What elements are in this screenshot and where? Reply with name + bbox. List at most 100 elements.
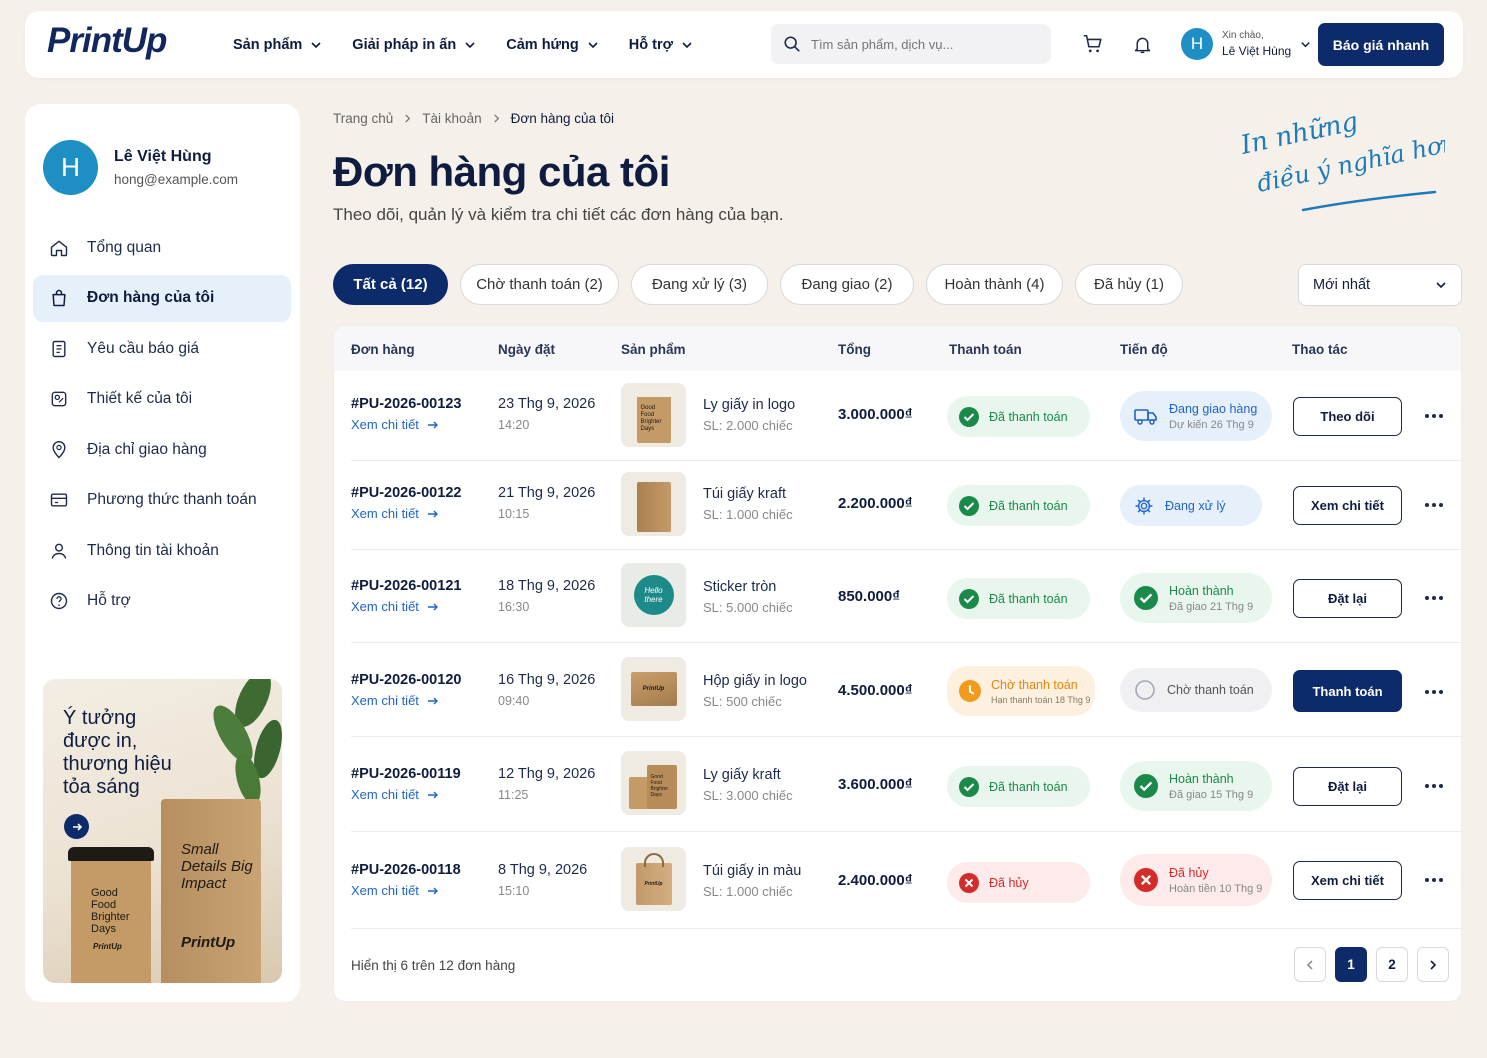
page-1-button[interactable]: 1: [1335, 947, 1367, 982]
pay-now-button[interactable]: Thanh toán: [1293, 670, 1402, 712]
payment-status-badge: Chờ thanh toán Hạn thanh toán 18 Thg 9: [947, 666, 1095, 716]
cart-icon: [1083, 34, 1102, 53]
more-dot: [1439, 414, 1443, 418]
more-options-button[interactable]: [1422, 871, 1446, 889]
tab-awaiting-payment[interactable]: Chờ thanh toán (2): [460, 264, 619, 305]
bell-icon: [1134, 37, 1150, 53]
order-id: #PU-2026-00120: [351, 672, 462, 688]
more-dot: [1439, 596, 1443, 600]
order-total: 4.500.000₫: [838, 682, 913, 699]
sidebar-item-my-orders[interactable]: Đơn hàng của tôi: [33, 274, 291, 322]
paper-bag-image: Small Details Big Impact PrintUp: [161, 799, 261, 983]
cup-brand: PrintUp: [93, 942, 122, 951]
column-header-date: Ngày đặt: [498, 342, 556, 357]
x-circle-icon: [1134, 868, 1158, 892]
view-details-link[interactable]: Xem chi tiết: [351, 693, 439, 708]
view-details-link[interactable]: Xem chi tiết: [351, 417, 439, 432]
cart-button[interactable]: [1080, 31, 1106, 57]
sidebar-item-overview[interactable]: Tổng quan: [33, 224, 291, 271]
sidebar-item-help[interactable]: Hỗ trợ: [33, 578, 291, 625]
more-options-button[interactable]: [1422, 407, 1446, 425]
link-label: Xem chi tiết: [351, 693, 419, 708]
user-menu[interactable]: H Xin chào, Lê Việt Hùng: [1181, 28, 1311, 60]
order-time: 11:25: [498, 788, 529, 802]
sidebar-item-account-info[interactable]: Thông tin tài khoản: [33, 527, 291, 574]
breadcrumb-home[interactable]: Trang chủ: [333, 111, 393, 126]
page-2-button[interactable]: 2: [1376, 947, 1408, 982]
nav-label: Hỗ trợ: [628, 36, 673, 53]
search-box: [771, 24, 1051, 64]
payment-status-badge: Đã thanh toán: [947, 485, 1090, 526]
arrow-right-icon: [427, 421, 438, 428]
progress-status-subtext: Dự kiến 26 Thg 9: [1169, 418, 1254, 431]
more-dot: [1439, 690, 1443, 694]
view-details-button[interactable]: Xem chi tiết: [1293, 861, 1402, 900]
tab-shipping[interactable]: Đang giao (2): [780, 264, 914, 305]
product-name: Ly giấy in logo: [703, 397, 796, 413]
reorder-button[interactable]: Đặt lại: [1293, 579, 1402, 618]
progress-status-subtext: Đã giao 21 Thg 9: [1169, 600, 1254, 613]
breadcrumb-account[interactable]: Tài khoản: [422, 111, 481, 126]
view-details-link[interactable]: Xem chi tiết: [351, 883, 439, 898]
sidebar-item-payment-methods[interactable]: Phương thức thanh toán: [33, 477, 291, 524]
sidebar-item-quote-requests[interactable]: Yêu cầu báo giá: [33, 325, 291, 372]
tab-processing[interactable]: Đang xử lý (3): [631, 264, 768, 305]
user-icon: [51, 543, 67, 559]
nav-item-inspiration[interactable]: Cảm hứng: [506, 37, 599, 53]
printup-logo[interactable]: PrintUp: [47, 21, 167, 61]
table-row: #PU-2026-00119 Xem chi tiết 12 Thg 9, 20…: [351, 737, 1461, 832]
page-subtitle: Theo dõi, quản lý và kiểm tra chi tiết c…: [333, 205, 784, 224]
tab-completed[interactable]: Hoàn thành (4): [926, 264, 1063, 305]
nav-item-support[interactable]: Hỗ trợ: [629, 37, 693, 53]
order-id: #PU-2026-00118: [351, 862, 461, 878]
more-options-button[interactable]: [1422, 589, 1446, 607]
profile-card: H Lê Việt Hùng hong@example.com: [43, 140, 238, 195]
tab-all[interactable]: Tất cả (12): [333, 264, 448, 305]
order-time: 09:40: [498, 694, 530, 708]
promo-arrow-button[interactable]: [64, 814, 89, 839]
payment-status-badge: Đã hủy: [947, 862, 1090, 903]
view-details-link[interactable]: Xem chi tiết: [351, 506, 439, 521]
more-options-button[interactable]: [1422, 683, 1446, 701]
next-page-button[interactable]: [1417, 947, 1449, 982]
view-details-link[interactable]: Xem chi tiết: [351, 599, 439, 614]
promo-banner[interactable]: Ý tưởng được in, thương hiệu tỏa sáng Sm…: [43, 679, 282, 983]
sidebar-item-my-designs[interactable]: Thiết kế của tôi: [33, 376, 291, 423]
view-details-link[interactable]: Xem chi tiết: [351, 787, 439, 802]
prev-page-button[interactable]: [1294, 947, 1326, 982]
progress-status-badge: Chờ thanh toán: [1120, 668, 1272, 712]
promo-text: Ý tưởng được in, thương hiệu tỏa sáng: [63, 707, 172, 798]
product-quantity: SL: 2.000 chiếc: [703, 418, 793, 433]
chevron-down-icon: [1301, 41, 1310, 47]
view-details-button[interactable]: Xem chi tiết: [1293, 486, 1402, 525]
more-dot: [1425, 690, 1429, 694]
search-input[interactable]: [811, 36, 1031, 52]
product-quantity: SL: 5.000 chiếc: [703, 600, 793, 615]
chevron-left-icon: [1306, 959, 1313, 970]
bag-brand: PrintUp: [181, 934, 236, 951]
nav-item-products[interactable]: Sản phẩm: [233, 37, 322, 53]
more-dot: [1432, 503, 1436, 507]
gear-icon: [1135, 496, 1153, 515]
table-row: #PU-2026-00123 Xem chi tiết 23 Thg 9, 20…: [351, 371, 1461, 461]
more-options-button[interactable]: [1422, 496, 1446, 514]
tab-cancelled[interactable]: Đã hủy (1): [1075, 264, 1183, 305]
order-time: 14:20: [498, 418, 530, 432]
check-circle-icon: [959, 495, 979, 516]
more-dot: [1425, 878, 1429, 882]
nav-item-print-solutions[interactable]: Giải pháp in ấn: [352, 37, 476, 53]
quick-quote-button[interactable]: Báo giá nhanh: [1318, 23, 1444, 66]
progress-status-badge: Đã hủy Hoàn tiền 10 Thg 9: [1120, 854, 1272, 906]
reorder-button[interactable]: Đặt lại: [1293, 767, 1402, 806]
track-order-button[interactable]: Theo dõi: [1293, 397, 1402, 436]
sidebar-item-shipping-address[interactable]: Địa chỉ giao hàng: [33, 426, 291, 473]
column-header-product: Sản phẩm: [621, 342, 686, 357]
shopping-bag-icon: [52, 289, 66, 307]
greeting-text: Xin chào,: [1222, 30, 1264, 41]
color-bag-thumb: PrintUp: [635, 853, 672, 905]
chevron-right-icon: [1430, 959, 1437, 970]
notifications-button[interactable]: [1129, 31, 1155, 57]
sort-select[interactable]: Mới nhất: [1298, 264, 1462, 306]
more-options-button[interactable]: [1422, 777, 1446, 795]
cup-small: [628, 777, 649, 809]
